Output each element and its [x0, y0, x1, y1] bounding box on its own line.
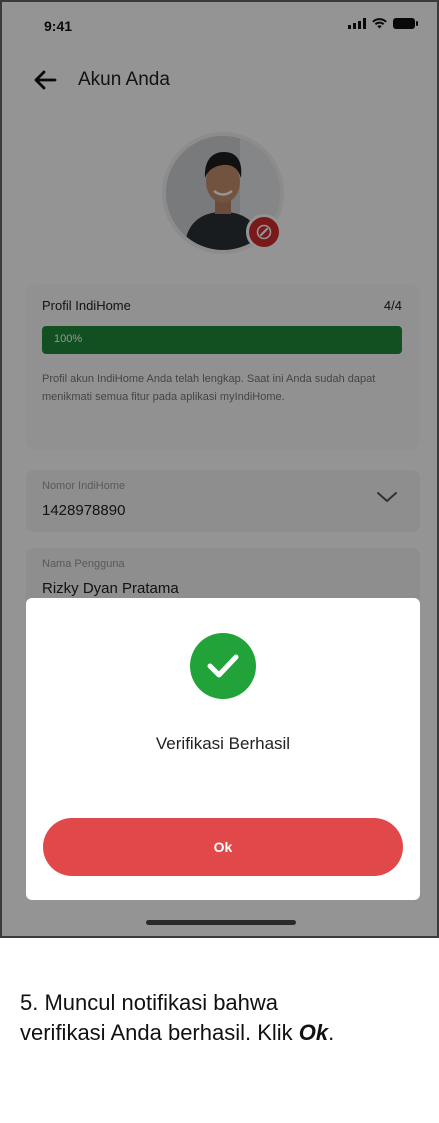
caption-period: .	[328, 1020, 335, 1045]
dialog-title: Verifikasi Berhasil	[155, 734, 291, 753]
check-circle-icon	[190, 633, 256, 699]
ok-button[interactable]: Ok	[43, 818, 403, 876]
phone-screen: 9:41 Akun Anda Profil IndiHome 4/4 100% …	[0, 0, 439, 938]
home-indicator	[146, 920, 296, 925]
caption-ok-emphasis: Ok	[298, 1020, 329, 1045]
instruction-caption: 5. Muncul notifikasi bahwa verifikasi An…	[20, 988, 430, 1048]
checkmark-icon	[207, 654, 239, 678]
caption-line-2: verifikasi Anda berhasil. Klik	[20, 1020, 299, 1045]
verification-success-dialog: Verifikasi Berhasil Ok	[26, 598, 420, 900]
caption-line-1: 5. Muncul notifikasi bahwa	[20, 990, 279, 1015]
